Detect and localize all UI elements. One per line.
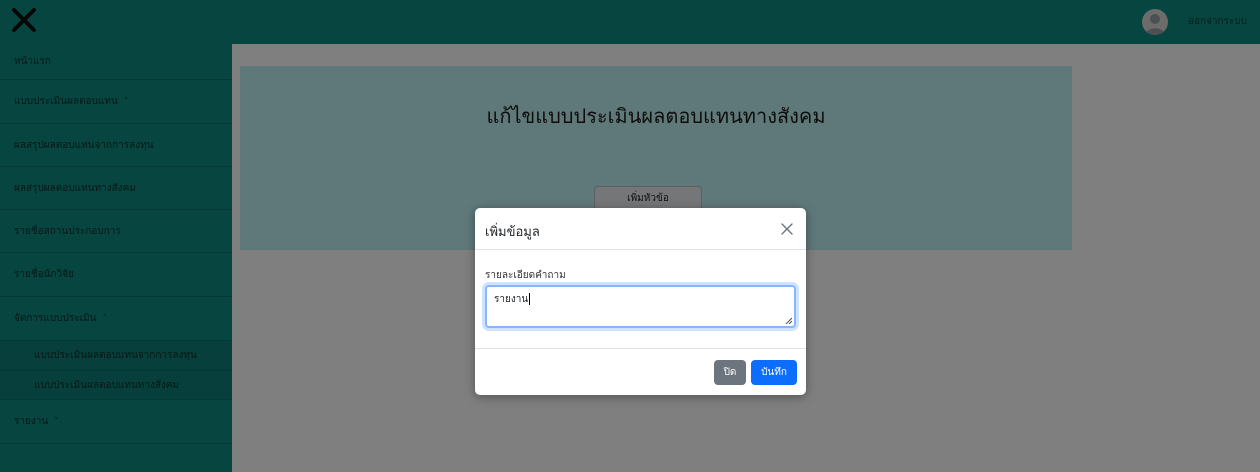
modal-title: เพิ่มข้อมูล — [485, 225, 540, 240]
question-detail-label: รายละเอียดคำถาม — [485, 270, 566, 281]
text-caret — [529, 293, 531, 305]
modal-footer: ปิด บันทึก — [475, 348, 806, 395]
save-button[interactable]: บันทึก — [751, 360, 797, 385]
close-icon[interactable] — [779, 221, 795, 237]
close-button[interactable]: ปิด — [714, 360, 746, 385]
add-data-modal: เพิ่มข้อมูล รายละเอียดคำถาม รายงาน ปิด บ… — [475, 208, 806, 395]
question-detail-textarea[interactable]: รายงาน — [485, 285, 796, 328]
textarea-value: รายงาน — [494, 294, 529, 305]
resize-handle-icon[interactable] — [785, 317, 792, 324]
modal-header: เพิ่มข้อมูล — [475, 208, 806, 250]
